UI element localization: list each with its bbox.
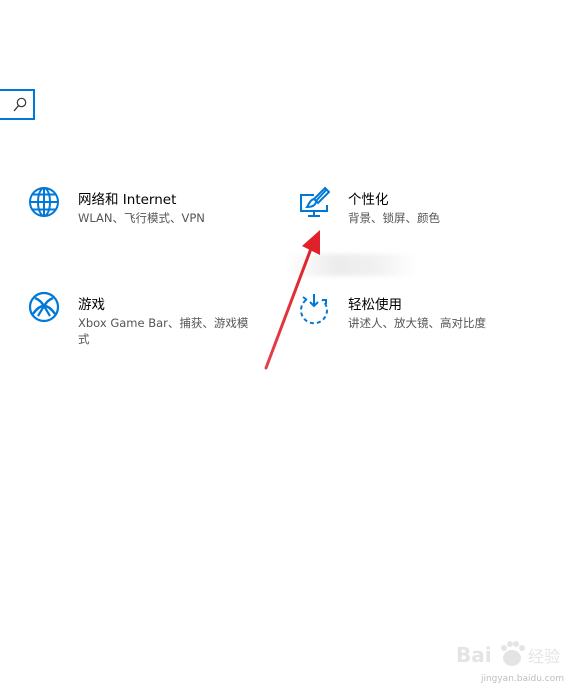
annotation-arrow xyxy=(264,230,320,370)
tile-description: 背景、锁屏、颜色 xyxy=(348,211,440,225)
tile-ease-of-access[interactable]: 轻松使用 讲述人、放大镜、高对比度 xyxy=(298,291,528,341)
svg-text:经验: 经验 xyxy=(528,647,560,666)
tile-personalization[interactable]: 个性化 背景、锁屏、颜色 xyxy=(298,186,528,236)
tile-title: 网络和 Internet xyxy=(78,192,177,208)
tile-gaming[interactable]: 游戏 Xbox Game Bar、捕获、游戏模式 xyxy=(28,291,258,351)
tile-description: 讲述人、放大镜、高对比度 xyxy=(348,316,486,330)
tile-title: 个性化 xyxy=(348,192,389,208)
baidu-logo-icon: Bai 经验 xyxy=(456,641,560,667)
xbox-icon xyxy=(28,291,64,327)
paintbrush-monitor-icon xyxy=(298,186,334,222)
watermark-url: jingyan.baidu.com xyxy=(480,674,564,684)
tile-description: Xbox Game Bar、捕获、游戏模式 xyxy=(78,316,249,346)
search-icon xyxy=(13,97,27,113)
svg-text:Bai: Bai xyxy=(456,643,492,667)
tile-network-internet[interactable]: 网络和 Internet WLAN、飞行模式、VPN xyxy=(28,186,258,236)
tile-description: WLAN、飞行模式、VPN xyxy=(78,211,205,225)
baidu-jingyan-watermark: Bai 经验 jingyan.baidu.com xyxy=(454,638,564,684)
tile-title: 轻松使用 xyxy=(348,297,402,313)
search-input[interactable] xyxy=(0,89,35,120)
tile-title: 游戏 xyxy=(78,297,105,313)
settings-page: 网络和 Internet WLAN、飞行模式、VPN 个性化 背景、锁屏、颜色 xyxy=(0,0,578,696)
globe-icon xyxy=(28,186,64,222)
